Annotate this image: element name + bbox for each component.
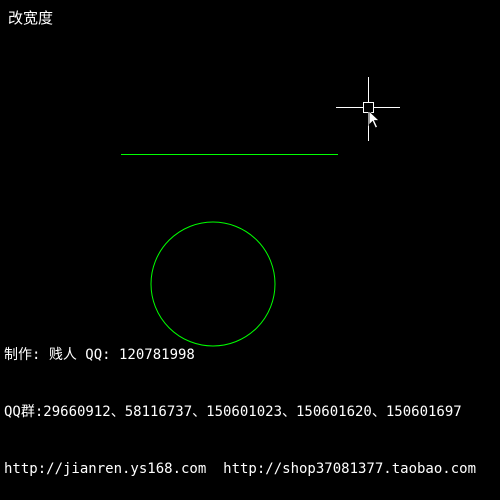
- credits-urls-line: http://jianren.ys168.com http://shop3708…: [4, 461, 477, 477]
- credits-author-line: 制作: 贱人 QQ: 120781998: [4, 347, 195, 363]
- command-title: 改宽度: [8, 9, 54, 27]
- credits-qq-groups-line: QQ群:29660912、58116737、150601023、15060162…: [4, 404, 462, 420]
- credits-block: 制作: 贱人 QQ: 120781998 QQ群:29660912、581167…: [4, 308, 476, 498]
